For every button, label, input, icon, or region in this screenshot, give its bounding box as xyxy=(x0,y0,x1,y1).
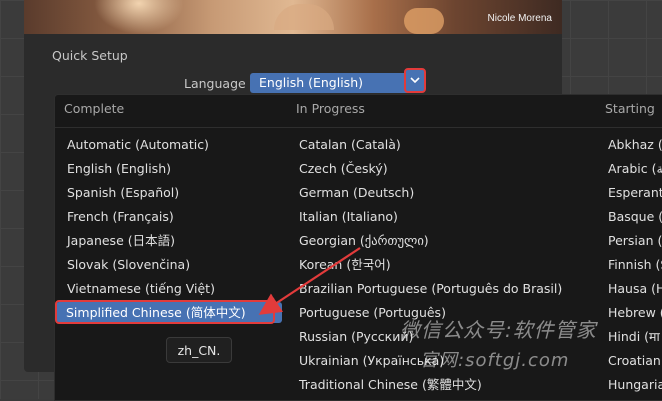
watermark-line-2: 官网:softgj.com xyxy=(420,350,570,371)
language-option[interactable]: Vietnamese (tiếng Việt) xyxy=(57,278,282,299)
language-option[interactable]: Korean (한국어) xyxy=(289,254,589,275)
language-option[interactable]: Czech (Český) xyxy=(289,158,589,179)
splash-image: Nicole Morena xyxy=(24,0,562,34)
language-option[interactable]: Automatic (Automatic) xyxy=(57,134,282,155)
language-option[interactable]: Italian (Italiano) xyxy=(289,206,589,227)
language-option[interactable]: Georgian (ქართული) xyxy=(289,230,589,251)
menu-divider xyxy=(55,127,662,128)
language-option[interactable]: English (English) xyxy=(57,158,282,179)
language-option[interactable]: Esperanto xyxy=(598,182,662,203)
column-header-starting: Starting xyxy=(605,101,655,116)
language-option[interactable]: Hindi (मा xyxy=(598,326,662,347)
language-option[interactable]: Traditional Chinese (繁體中文) xyxy=(289,374,589,395)
watermark-line-1: 微信公众号:软件管家 xyxy=(400,318,597,342)
selection-annotation-box xyxy=(55,300,275,324)
language-option[interactable]: Spanish (Español) xyxy=(57,182,282,203)
language-option[interactable]: Hungaria xyxy=(598,374,662,395)
language-option[interactable]: French (Français) xyxy=(57,206,282,227)
language-option[interactable]: Hebrew ( xyxy=(598,302,662,323)
language-option[interactable]: Hausa (H xyxy=(598,278,662,299)
language-option[interactable]: Arabic (ﺔ xyxy=(598,158,662,179)
language-option[interactable]: Basque (E xyxy=(598,206,662,227)
language-label: Language xyxy=(184,76,246,91)
language-option[interactable]: Slovak (Slovenčina) xyxy=(57,254,282,275)
language-option[interactable]: Finnish (S xyxy=(598,254,662,275)
language-option[interactable]: Brazilian Portuguese (Português do Brasi… xyxy=(289,278,589,299)
language-option[interactable]: German (Deutsch) xyxy=(289,182,589,203)
language-menu: Complete In Progress Starting Automatic … xyxy=(54,94,662,401)
language-option[interactable]: Persian (. xyxy=(598,230,662,251)
language-code-tooltip: zh_CN. xyxy=(166,337,232,363)
language-option[interactable]: Abkhaz (A xyxy=(598,134,662,155)
quick-setup-heading: Quick Setup xyxy=(52,48,128,63)
language-option[interactable]: Catalan (Català) xyxy=(289,134,589,155)
language-option[interactable]: Japanese (日本語) xyxy=(57,230,282,251)
column-header-in-progress: In Progress xyxy=(296,101,365,116)
column-header-complete: Complete xyxy=(64,101,125,116)
splash-credit: Nicole Morena xyxy=(487,13,552,24)
chevron-down-icon xyxy=(410,77,420,84)
language-dropdown-button[interactable] xyxy=(404,68,426,93)
language-select[interactable]: English (English) xyxy=(250,73,422,93)
language-option[interactable]: Croatian xyxy=(598,350,662,371)
